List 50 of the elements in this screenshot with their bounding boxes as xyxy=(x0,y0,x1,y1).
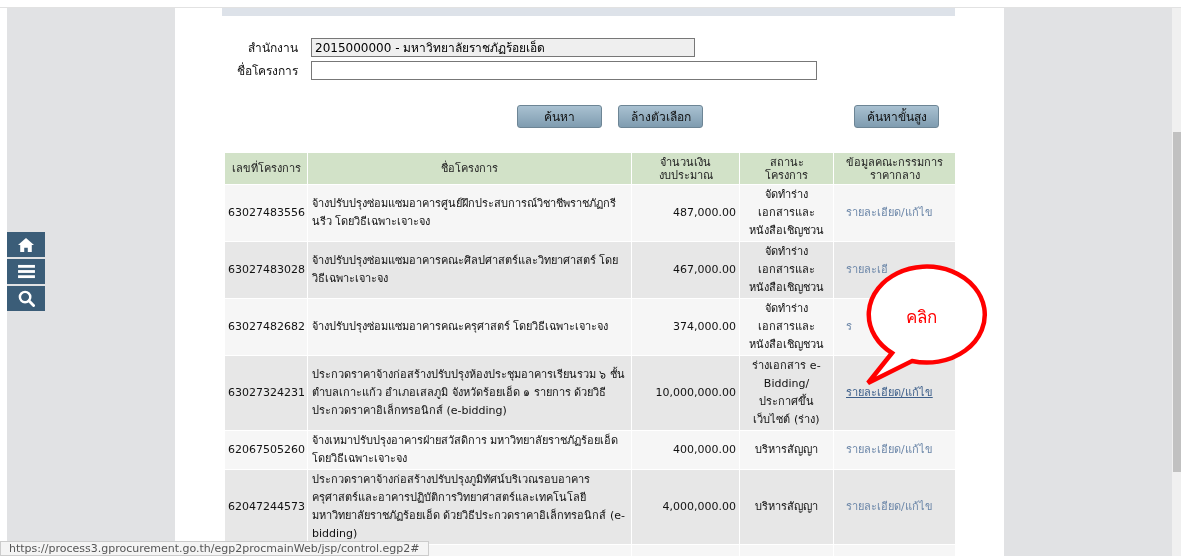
table-cell: จัดทำร่าง เอกสารและ หนังสือเชิญชวน xyxy=(749,302,824,351)
table-cell: จัดทำร่าง เอกสารและ หนังสือเชิญชวน xyxy=(749,188,824,237)
table-cell: ประกวดราคาจ้างก่อสร้างปรับปรุงภูมิทัศน์บริเวณรอบอาคารครุศาสตร์และอาคารปฏิบัติการวิทยาศาสตร์และเทคโนโลยีมหาวิทยาลัยราชภัฏร้อยเอ็ด ด้วยวิธีประกวดราคาอิเล็กทรอนิกส์ (e-bidding) xyxy=(312,473,626,540)
menu-icon xyxy=(17,264,35,279)
details-link[interactable]: รายละเอี xyxy=(846,263,888,276)
advanced-search-button[interactable]: ค้นหาขั้นสูง xyxy=(854,105,939,128)
home-icon xyxy=(17,236,35,253)
column-header: เลขที่โครงการ xyxy=(224,152,308,185)
column-header: จำนวนเงิน งบประมาณ xyxy=(631,152,740,185)
details-link[interactable]: ร xyxy=(846,320,852,333)
table-cell: 487,000.00 xyxy=(673,206,736,219)
table-cell: จัดทำร่าง เอกสารและ หนังสือเชิญชวน xyxy=(749,245,824,294)
details-link[interactable]: รายละเอียด/แก้ไข xyxy=(846,386,933,399)
url-tooltip: https://process3.gprocurement.go.th/egp2procmainWeb/jsp/control.egp2# xyxy=(0,541,429,556)
table-cell: 62067505260 xyxy=(228,443,305,456)
field-label: ชื่อโครงการ xyxy=(236,61,298,80)
details-link[interactable]: รายละเอียด/แก้ไข xyxy=(846,206,933,219)
table-cell: จ้างปรับปรุงซ่อมแซมอาคารคณะครุศาสตร์ โดยวิธีเฉพาะเจาะจง xyxy=(312,320,609,333)
table-cell: 63027483028 xyxy=(228,263,305,276)
table-cell: บริหารสัญญา xyxy=(755,443,818,456)
column-header: ข้อมูลคณะกรรมการ ราคากลาง xyxy=(833,152,956,185)
table-cell: 62047244573 xyxy=(228,500,305,513)
column-header: สถานะ โครงการ xyxy=(739,152,834,185)
table-cell: ประกวดราคาจ้างก่อสร้างปรับปรุงห้องประชุมอาคารเรียนรวม ๖ ชั้น ตำบลเกาะแก้ว อำเภอเสลภูมิ จังหวัดร้อยเอ็ด ๑ รายการ ด้วยวิธีประกวดราคาอิเล็กทรอนิกส์ (e-bidding) xyxy=(312,368,625,417)
table-cell: บริหารสัญญา xyxy=(755,500,818,513)
search-icon xyxy=(17,290,35,307)
table-cell: จ้างปรับปรุงซ่อมแซมอาคารศูนย์ฝึกประสบการณ์วิชาชีพราชภัฏกรีนรีว โดยวิธีเฉพาะเจาะจง xyxy=(312,197,616,228)
table-cell: 467,000.00 xyxy=(673,263,736,276)
home-button[interactable] xyxy=(7,232,45,257)
column-header: ชื่อโครงการ xyxy=(307,152,632,185)
table-cell: ร่างเอกสาร e- Bidding/ ประกาศขึ้น เว็บไซต์ (ร่าง) xyxy=(752,359,821,426)
input-field[interactable]: 2015000000 - มหาวิทยาลัยราชภัฏร้อยเอ็ด xyxy=(311,38,695,57)
table-cell: 374,000.00 xyxy=(673,320,736,333)
table-cell: 10,000,000.00 xyxy=(655,386,736,399)
table-cell: จ้างเหมาปรับปรุงอาคารฝ่ายสวัสดิการ มหาวิทยาลัยราชภัฏร้อยเอ็ด โดยวิธีเฉพาะเจาะจง xyxy=(312,434,619,465)
search-button[interactable] xyxy=(7,286,45,311)
table-cell: 400,000.00 xyxy=(673,443,736,456)
table-cell: 63027324231 xyxy=(228,386,305,399)
field-label: สำนักงาน xyxy=(247,40,298,57)
scrollbar[interactable] xyxy=(1172,8,1181,556)
clear-button[interactable]: ล้างตัวเลือก xyxy=(618,105,703,128)
details-link[interactable]: รายละเอียด/แก้ไข xyxy=(846,500,933,513)
table-cell: 63027483556 xyxy=(228,206,305,219)
search-button[interactable]: ค้นหา xyxy=(517,105,602,128)
table-cell: 4,000,000.00 xyxy=(662,500,736,513)
table-cell: จ้างปรับปรุงซ่อมแซมอาคารคณะศิลปศาสตร์และวิทยาศาสตร์ โดยวิธีเฉพาะเจาะจง xyxy=(312,254,619,285)
menu-button[interactable] xyxy=(7,259,45,284)
callout-text: คลิก xyxy=(906,306,937,329)
table-cell: 63027482682 xyxy=(228,320,305,333)
input-field[interactable] xyxy=(311,61,817,80)
